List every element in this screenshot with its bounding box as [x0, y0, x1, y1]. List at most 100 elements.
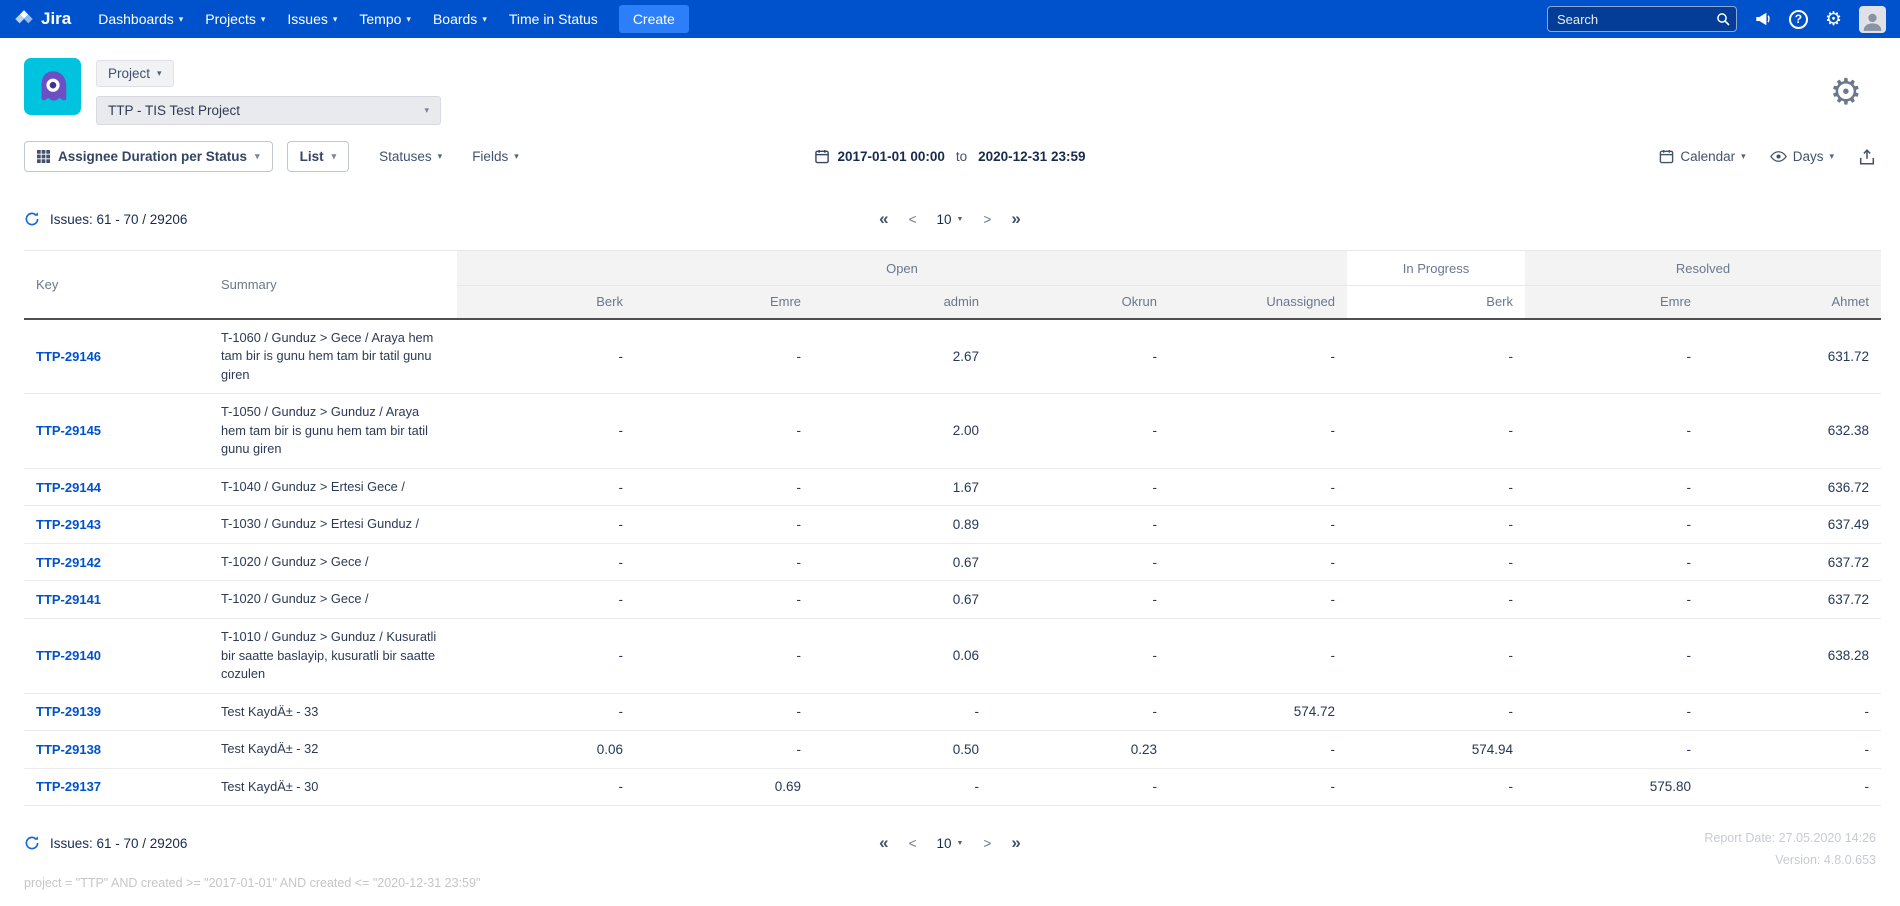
- duration-cell: -: [1347, 319, 1525, 394]
- issue-key-link[interactable]: TTP-29138: [36, 742, 101, 757]
- issue-key-link[interactable]: TTP-29142: [36, 555, 101, 570]
- user-avatar[interactable]: [1859, 6, 1886, 33]
- duration-cell: 0.69: [635, 768, 813, 806]
- duration-cell: -: [1169, 543, 1347, 581]
- status-group-resolved: Resolved: [1525, 251, 1881, 286]
- duration-cell: -: [635, 731, 813, 769]
- duration-cell: -: [1169, 319, 1347, 394]
- refresh-icon[interactable]: [24, 211, 40, 227]
- issue-summary: T-1060 / Gunduz > Gece / Araya hem tam b…: [209, 319, 457, 394]
- report-table-container: Key Summary Open In Progress Resolved Be…: [0, 236, 1900, 806]
- chevron-down-icon: ▾: [482, 14, 487, 25]
- page-size-select[interactable]: 10 ▼: [937, 212, 964, 227]
- report-type-dropdown[interactable]: Assignee Duration per Status ▾: [24, 141, 273, 172]
- table-row: TTP-29138Test KaydÄ± - 320.06-0.500.23-5…: [24, 731, 1881, 769]
- chevron-down-icon: ▾: [424, 105, 429, 116]
- duration-cell: -: [635, 506, 813, 544]
- nav-item-issues[interactable]: Issues▾: [276, 0, 348, 38]
- pagination-next-button[interactable]: >: [983, 212, 991, 227]
- duration-cell: 2.00: [813, 394, 991, 469]
- page-header: Project ▾ TTP - TIS Test Project ▾ ⚙: [0, 38, 1900, 133]
- duration-cell: -: [635, 581, 813, 619]
- issue-key-cell: TTP-29140: [24, 618, 209, 693]
- issue-key-link[interactable]: TTP-29146: [36, 349, 101, 364]
- search-input[interactable]: [1547, 6, 1737, 32]
- issue-summary: T-1010 / Gunduz > Gunduz / Kusuratli bir…: [209, 618, 457, 693]
- duration-cell: -: [1525, 693, 1703, 731]
- issue-key-link[interactable]: TTP-29144: [36, 480, 101, 495]
- duration-cell: -: [991, 618, 1169, 693]
- project-scope-button[interactable]: Project ▾: [96, 60, 174, 87]
- issue-key-cell: TTP-29138: [24, 731, 209, 769]
- calendar-type-dropdown[interactable]: Calendar ▾: [1659, 149, 1745, 164]
- duration-cell: -: [1525, 581, 1703, 619]
- issue-key-cell: TTP-29141: [24, 581, 209, 619]
- pagination-next-button[interactable]: >: [983, 836, 991, 851]
- assignee-header-open-admin: admin: [813, 286, 991, 319]
- duration-cell: -: [991, 468, 1169, 506]
- column-header-key[interactable]: Key: [24, 251, 209, 319]
- nav-item-boards[interactable]: Boards▾: [422, 0, 498, 38]
- project-select[interactable]: TTP - TIS Test Project ▾: [96, 96, 441, 125]
- pagination-last-button[interactable]: »: [1011, 833, 1020, 853]
- issue-key-link[interactable]: TTP-29145: [36, 423, 101, 438]
- assignee-header-open-emre: Emre: [635, 286, 813, 319]
- pagination-last-button[interactable]: »: [1011, 209, 1020, 229]
- jira-logo-icon: [14, 9, 34, 29]
- chevron-down-icon: ▾: [406, 14, 411, 25]
- announcements-icon[interactable]: [1754, 10, 1772, 28]
- issue-key-link[interactable]: TTP-29141: [36, 592, 101, 607]
- report-settings-gear-icon[interactable]: ⚙: [1830, 74, 1862, 110]
- issue-key-link[interactable]: TTP-29139: [36, 704, 101, 719]
- duration-cell: -: [1703, 693, 1881, 731]
- nav-item-dashboards[interactable]: Dashboards▾: [87, 0, 194, 38]
- time-unit-dropdown[interactable]: Days ▾: [1770, 149, 1834, 164]
- duration-cell: -: [813, 693, 991, 731]
- duration-cell: -: [1347, 543, 1525, 581]
- issues-count-row-top: Issues: 61 - 70 / 29206 « < 10 ▼ > »: [0, 202, 1900, 236]
- duration-cell: -: [1347, 693, 1525, 731]
- pagination-prev-button[interactable]: <: [909, 212, 917, 227]
- select-arrow-icon: ▼: [957, 216, 964, 223]
- issue-summary: T-1040 / Gunduz > Ertesi Gece /: [209, 468, 457, 506]
- create-button[interactable]: Create: [619, 5, 689, 33]
- column-header-summary[interactable]: Summary: [209, 251, 457, 319]
- nav-item-tempo[interactable]: Tempo▾: [348, 0, 422, 38]
- view-mode-dropdown[interactable]: List ▾: [287, 141, 350, 172]
- status-group-in-progress: In Progress: [1347, 251, 1525, 286]
- duration-cell: 0.06: [813, 618, 991, 693]
- help-icon[interactable]: ?: [1789, 10, 1808, 29]
- table-row: TTP-29142T-1020 / Gunduz > Gece /--0.67-…: [24, 543, 1881, 581]
- report-version: Version: 4.8.0.653: [1704, 850, 1876, 871]
- pagination-prev-button[interactable]: <: [909, 836, 917, 851]
- statuses-dropdown[interactable]: Statuses ▾: [379, 149, 442, 164]
- assignee-duration-table: Key Summary Open In Progress Resolved Be…: [24, 250, 1881, 806]
- duration-cell: 2.67: [813, 319, 991, 394]
- nav-item-time-in-status[interactable]: Time in Status: [498, 0, 609, 38]
- issue-key-link[interactable]: TTP-29143: [36, 517, 101, 532]
- pagination-first-button[interactable]: «: [879, 833, 888, 853]
- date-range-picker[interactable]: 2017-01-01 00:00 to 2020-12-31 23:59: [815, 149, 1086, 164]
- nav-item-projects[interactable]: Projects▾: [194, 0, 276, 38]
- issue-key-cell: TTP-29146: [24, 319, 209, 394]
- pagination-first-button[interactable]: «: [879, 209, 888, 229]
- settings-gear-icon[interactable]: ⚙: [1825, 10, 1842, 29]
- status-group-open: Open: [457, 251, 1347, 286]
- refresh-icon[interactable]: [24, 835, 40, 851]
- issues-count-label: Issues: 61 - 70 / 29206: [50, 212, 187, 227]
- duration-cell: -: [991, 506, 1169, 544]
- issue-key-link[interactable]: TTP-29137: [36, 779, 101, 794]
- page-size-select[interactable]: 10 ▼: [937, 836, 964, 851]
- issue-key-link[interactable]: TTP-29140: [36, 648, 101, 663]
- duration-cell: -: [1169, 506, 1347, 544]
- report-meta: Report Date: 27.05.2020 14:26 Version: 4…: [1704, 828, 1876, 871]
- table-row: TTP-29145 T-1050 / Gunduz > Gunduz / Aray…: [24, 394, 1881, 469]
- duration-cell: -: [1525, 543, 1703, 581]
- jira-logo[interactable]: Jira: [14, 9, 71, 29]
- project-avatar: [24, 58, 81, 115]
- export-icon[interactable]: [1858, 148, 1876, 166]
- issue-summary: T-1050 / Gunduz > Gunduz / Araya hem tam…: [209, 394, 457, 469]
- fields-dropdown[interactable]: Fields ▾: [472, 149, 519, 164]
- duration-cell: 0.06: [457, 731, 635, 769]
- duration-cell: 637.49: [1703, 506, 1881, 544]
